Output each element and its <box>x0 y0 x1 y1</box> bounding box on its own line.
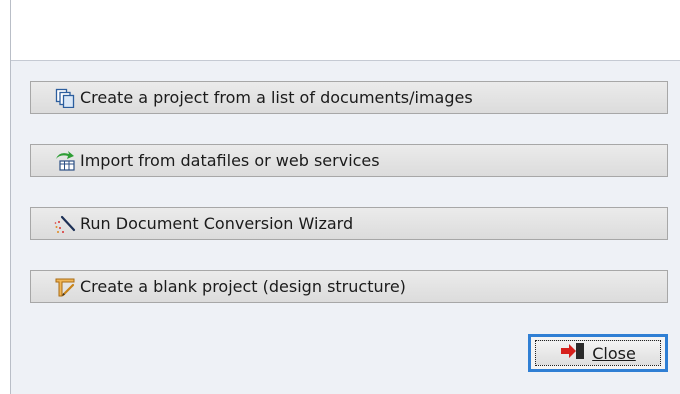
create-blank-project-button[interactable]: Create a blank project (design structure… <box>30 270 668 303</box>
import-datafiles-label: Import from datafiles or web services <box>80 151 380 170</box>
import-datafiles-button[interactable]: Import from datafiles or web services <box>30 144 668 177</box>
exit-icon <box>560 342 586 364</box>
import-data-icon <box>54 150 76 172</box>
magic-wand-icon <box>54 213 76 235</box>
blank-project-icon <box>54 276 76 298</box>
close-button[interactable]: Close <box>528 334 668 372</box>
close-button-label: Close <box>592 343 636 363</box>
run-conversion-wizard-button[interactable]: Run Document Conversion Wizard <box>30 207 668 240</box>
start-dialog: Create a project from a list of document… <box>10 0 680 394</box>
run-conversion-wizard-label: Run Document Conversion Wizard <box>80 214 354 233</box>
copy-documents-icon <box>54 87 76 109</box>
create-from-documents-button[interactable]: Create a project from a list of document… <box>30 81 668 114</box>
create-blank-project-label: Create a blank project (design structure… <box>80 277 406 296</box>
create-from-documents-label: Create a project from a list of document… <box>80 88 473 107</box>
dialog-header <box>11 0 680 61</box>
close-button-focus-rect: Close <box>535 340 661 366</box>
